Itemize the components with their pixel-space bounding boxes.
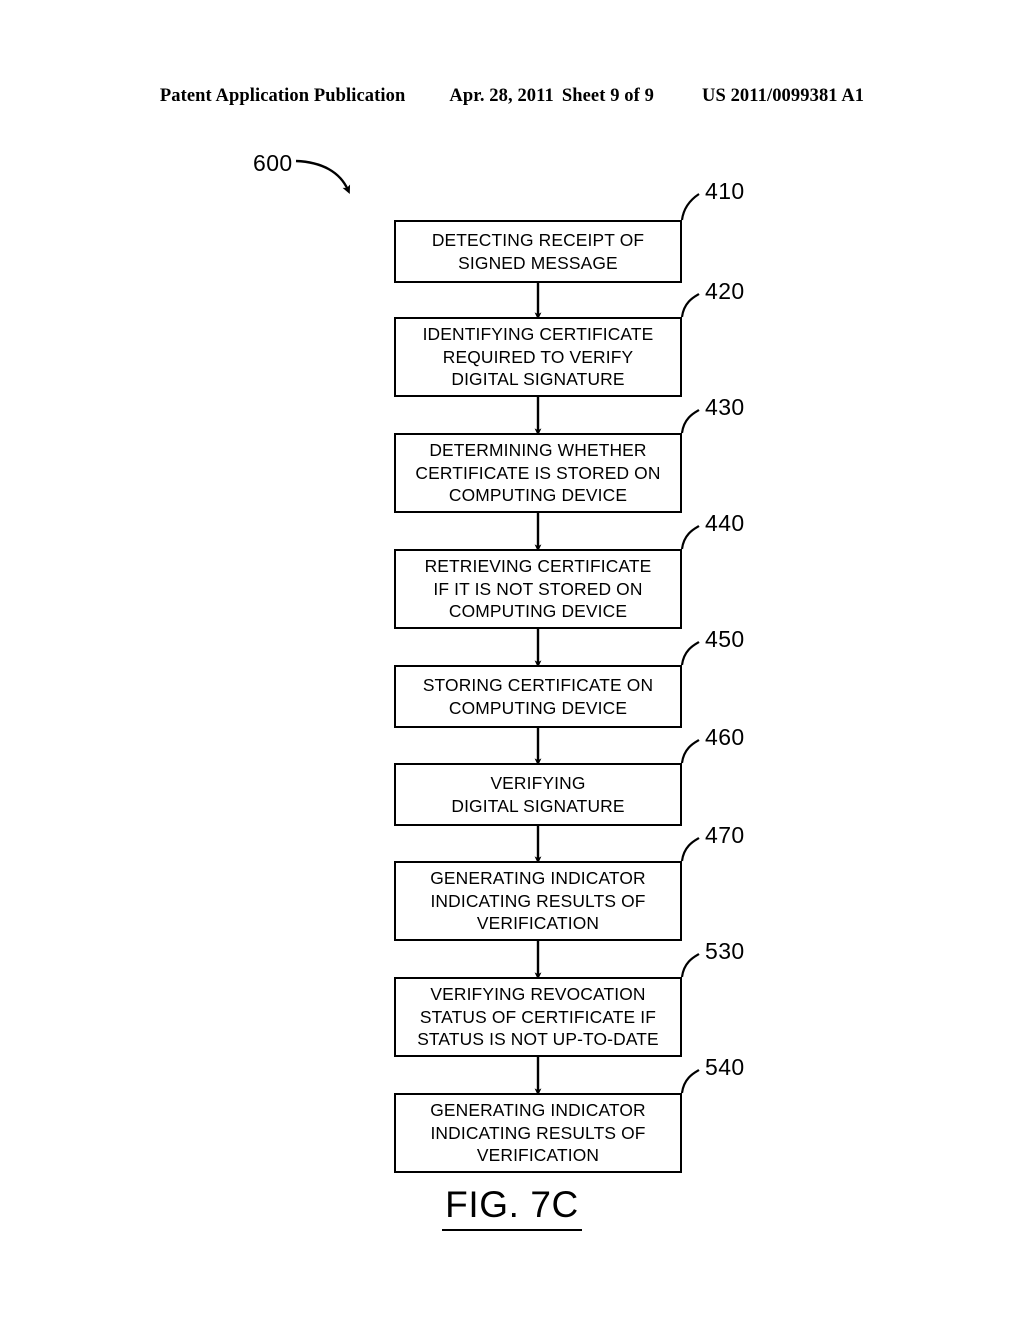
figure-caption: FIG. 7C [0, 1184, 1024, 1231]
leader-line-530 [680, 953, 700, 978]
diagram-label-600: 600 [253, 150, 293, 176]
process-box-label: DETECTING RECEIPT OF SIGNED MESSAGE [431, 229, 645, 273]
leader-line-410 [680, 193, 700, 221]
process-box-410: DETECTING RECEIPT OF SIGNED MESSAGE [394, 220, 682, 283]
process-box-label: STORING CERTIFICATE ON COMPUTING DEVICE [422, 674, 654, 718]
leader-line-430 [680, 409, 700, 434]
process-box-label: VERIFYING DIGITAL SIGNATURE [451, 772, 625, 816]
reference-numeral-430: 430 [705, 394, 745, 420]
process-box-450: STORING CERTIFICATE ON COMPUTING DEVICE [394, 665, 682, 728]
reference-numeral-470: 470 [705, 822, 745, 848]
process-box-label: RETRIEVING CERTIFICATE IF IT IS NOT STOR… [424, 556, 652, 622]
leader-line-540 [680, 1069, 700, 1094]
process-box-530: VERIFYING REVOCATION STATUS OF CERTIFICA… [394, 977, 682, 1057]
reference-numeral-420: 420 [705, 278, 745, 304]
process-box-540: GENERATING INDICATOR INDICATING RESULTS … [394, 1093, 682, 1173]
reference-leader-lines [680, 193, 700, 1094]
process-box-470: GENERATING INDICATOR INDICATING RESULTS … [394, 861, 682, 941]
process-box-label: GENERATING INDICATOR INDICATING RESULTS … [430, 868, 646, 934]
process-box-label: GENERATING INDICATOR INDICATING RESULTS … [430, 1100, 646, 1166]
process-box-label: VERIFYING REVOCATION STATUS OF CERTIFICA… [417, 984, 659, 1050]
leader-line-470 [680, 837, 700, 862]
reference-numeral-440: 440 [705, 510, 745, 536]
reference-numeral-530: 530 [705, 938, 745, 964]
reference-numeral-540: 540 [705, 1054, 745, 1080]
leader-line-420 [680, 293, 700, 318]
process-box-460: VERIFYING DIGITAL SIGNATURE [394, 763, 682, 826]
leader-line-440 [680, 525, 700, 550]
flowchart-diagram: DETECTING RECEIPT OF SIGNED MESSAGE IDENT… [0, 0, 1024, 1320]
reference-numeral-460: 460 [705, 724, 745, 750]
leader-line-450 [680, 641, 700, 666]
reference-numeral-450: 450 [705, 626, 745, 652]
diagram-label-600-arrow [295, 159, 351, 195]
leader-line-460 [680, 739, 700, 764]
reference-numeral-410: 410 [705, 178, 745, 204]
process-box-430: DETERMINING WHETHER CERTIFICATE IS STORE… [394, 433, 682, 513]
process-box-420: IDENTIFYING CERTIFICATE REQUIRED TO VERI… [394, 317, 682, 397]
process-box-label: IDENTIFYING CERTIFICATE REQUIRED TO VERI… [422, 324, 654, 390]
figure-caption-text: FIG. 7C [442, 1184, 582, 1231]
process-box-label: DETERMINING WHETHER CERTIFICATE IS STORE… [415, 440, 661, 506]
process-box-440: RETRIEVING CERTIFICATE IF IT IS NOT STOR… [394, 549, 682, 629]
